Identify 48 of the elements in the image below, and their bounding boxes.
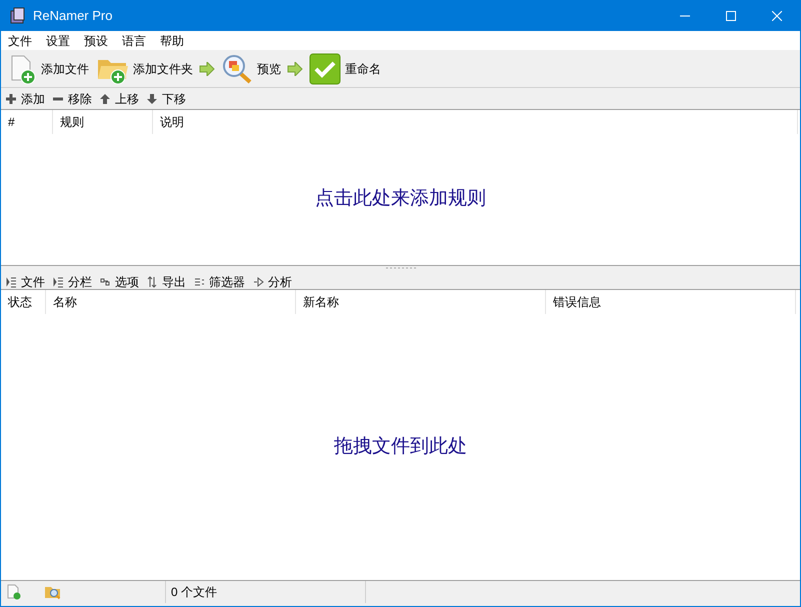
column-header[interactable]: 错误信息 [546,290,796,314]
up-arrow-icon [100,92,111,104]
play-icon [253,276,264,288]
toolbar-button[interactable]: 添加 [6,90,45,108]
toolbar-button[interactable]: 添加文件夹 [95,54,195,84]
folder-search-icon [44,584,62,600]
toolbar-button[interactable]: 导出 [147,273,186,291]
magnifier-icon [221,54,253,84]
menu-item[interactable]: 文件 [1,32,39,50]
menu-item[interactable]: 设置 [39,32,77,50]
column-header[interactable]: 状态 [1,290,46,314]
arrow-icon [199,62,215,76]
empty-hint[interactable]: 点击此处来添加规则 [315,185,486,214]
list-icon [6,276,17,288]
toolbar-button[interactable]: 下移 [147,90,186,108]
export-icon [147,276,158,288]
app-icon [9,7,27,25]
window-title: ReNamer Pro [33,7,112,26]
menu-item[interactable]: 语言 [115,32,153,50]
toolbar-button[interactable]: 分栏 [53,273,92,291]
menu-item[interactable]: 预设 [77,32,115,50]
toolbar-button[interactable]: 重命名 [307,52,383,84]
column-header[interactable]: 新名称 [296,290,546,314]
toolbar-button[interactable]: 预览 [219,54,283,84]
filter-icon [194,276,205,288]
down-arrow-icon [147,92,158,104]
toolbar-button[interactable]: 分析 [253,273,292,291]
toolbar-button[interactable]: 上移 [100,90,139,108]
file-count: 0 个文件 [171,584,218,601]
checkmark-icon [309,52,341,84]
maximize-icon [726,11,736,21]
column-header[interactable]: 说明 [153,110,798,134]
column-header[interactable]: # [1,110,53,134]
toolbar-button[interactable]: 筛选器 [194,273,245,291]
toolbar-button[interactable]: 移除 [53,90,92,108]
empty-hint[interactable]: 拖拽文件到此处 [334,432,467,462]
toolbar-button[interactable]: 选项 [100,273,139,291]
new-file-icon [6,584,22,600]
toolbar-button[interactable]: 文件 [6,273,45,291]
list-icon [53,276,64,288]
close-icon [772,11,782,21]
menu-item[interactable]: 帮助 [153,32,191,50]
arrow-icon [287,62,303,76]
column-header[interactable]: 规则 [53,110,153,134]
plus-icon [6,92,17,104]
column-header[interactable]: 名称 [46,290,296,314]
nodes-icon [100,276,111,288]
toolbar-button[interactable]: 添加文件 [5,54,91,84]
